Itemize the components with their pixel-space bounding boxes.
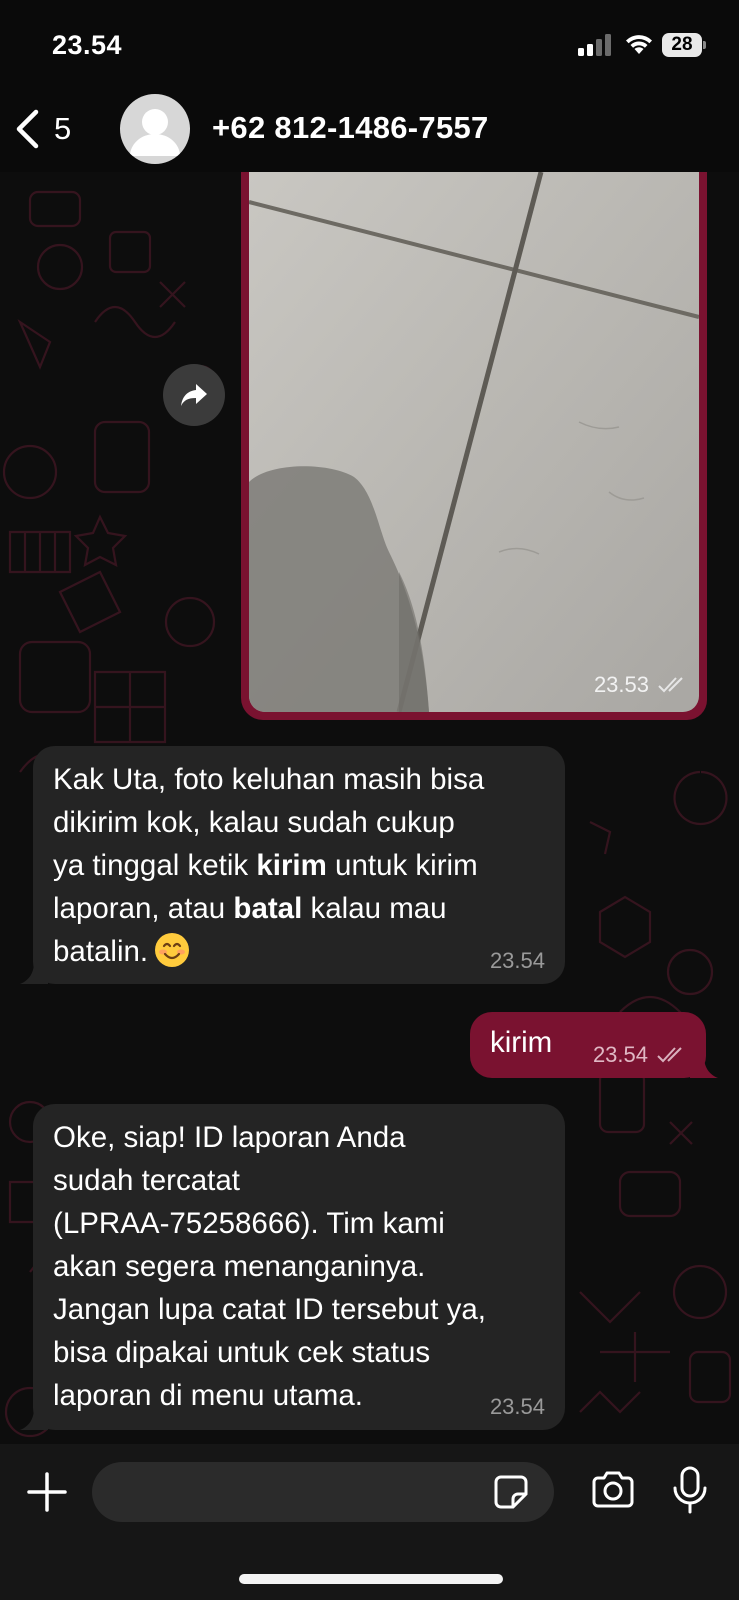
incoming-message[interactable]: Kak Uta, foto keluhan masih bisa dikirim…	[33, 746, 565, 984]
microphone-icon[interactable]	[672, 1466, 708, 1516]
message-time: 23.54	[489, 1394, 545, 1419]
avatar[interactable]	[120, 94, 190, 164]
bold-keyword: kirim	[256, 849, 327, 882]
chat-header: 5 +62 812-1486-7557	[0, 90, 739, 172]
bold-keyword: batal	[233, 892, 303, 925]
incoming-bubble-tail	[20, 1408, 48, 1430]
forward-button[interactable]	[163, 364, 225, 426]
incoming-bubble-tail	[20, 962, 48, 984]
message-line: Jangan lupa catat ID tersebut ya,	[53, 1293, 486, 1326]
timestamp: 23.54	[592, 1042, 648, 1067]
message-time-status: 23.54	[593, 1042, 686, 1068]
battery-icon: 28	[662, 33, 706, 57]
camera-icon[interactable]	[590, 1470, 636, 1510]
message-input[interactable]	[92, 1462, 554, 1522]
unread-chats-count: 5	[54, 111, 72, 146]
image-message[interactable]: 23.53	[241, 172, 707, 720]
back-chevron-icon	[16, 109, 39, 149]
sticker-icon[interactable]	[493, 1474, 529, 1510]
outgoing-bubble-tail	[690, 1056, 718, 1078]
battery-level: 28	[671, 34, 693, 55]
plus-icon[interactable]	[26, 1471, 68, 1513]
back-button[interactable]: 5	[14, 106, 71, 152]
message-line: ya tinggal ketik kirim untuk kirim	[53, 849, 478, 882]
status-bar: 23.54 28	[0, 0, 739, 90]
double-check-icon	[657, 1047, 682, 1063]
message-text: kirim	[490, 1026, 553, 1059]
message-line: Oke, siap! ID laporan Anda	[53, 1121, 406, 1154]
message-line: laporan di menu utama.	[53, 1379, 363, 1412]
message-line: bisa dipakai untuk cek status	[53, 1336, 431, 1369]
timestamp: 23.53	[593, 672, 649, 697]
contact-name[interactable]: +62 812-1486-7557	[212, 110, 489, 146]
home-indicator	[239, 1574, 503, 1584]
incoming-message[interactable]: Oke, siap! ID laporan Anda sudah tercata…	[33, 1104, 565, 1430]
message-line: Kak Uta, foto keluhan masih bisa	[53, 763, 485, 796]
message-composer	[0, 1444, 739, 1600]
message-line: (LPRAA-75258666). Tim kami	[53, 1207, 445, 1240]
message-time: 23.54	[489, 948, 545, 973]
message-line: akan segera menanganinya.	[53, 1250, 426, 1283]
message-line: laporan, atau batal kalau mau	[53, 892, 447, 925]
double-check-icon	[658, 677, 683, 693]
floor-tile-photo	[249, 172, 699, 712]
forward-icon	[181, 384, 207, 406]
outgoing-message[interactable]: kirim 23.54	[470, 1012, 706, 1078]
avatar-icon	[130, 109, 180, 156]
image-message-time: 23.53	[594, 672, 687, 698]
message-line: sudah tercatat	[53, 1164, 240, 1197]
message-line: dikirim kok, kalau sudah cukup	[53, 806, 455, 839]
photo-thumbnail[interactable]	[249, 172, 699, 712]
signal-icon	[578, 34, 611, 56]
status-time: 23.54	[52, 30, 123, 60]
message-line: batalin.	[53, 930, 545, 973]
wifi-icon	[626, 35, 652, 54]
smiling-face-emoji-icon	[155, 933, 190, 967]
